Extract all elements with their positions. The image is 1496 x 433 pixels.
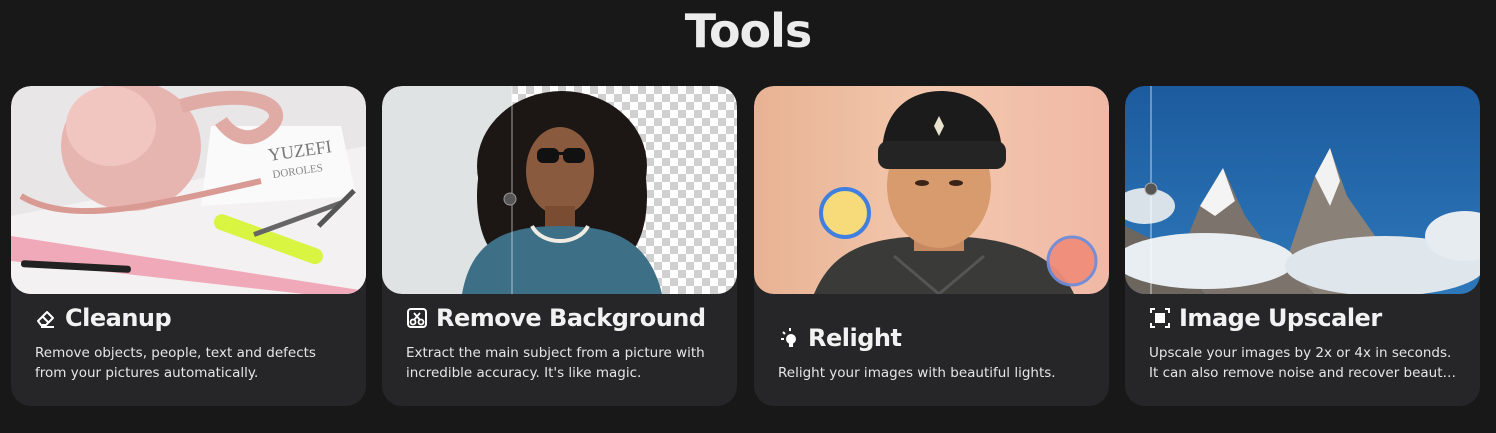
tool-description: Upscale your images by 2x or 4x in secon…: [1149, 343, 1459, 383]
tool-card-cleanup[interactable]: YUZEFI DOROLES Cleanup Remove objects, p…: [11, 86, 366, 406]
image-upscaler-thumbnail: [1125, 86, 1480, 294]
tool-card-remove-background[interactable]: Remove Background Extract the main subje…: [382, 86, 737, 406]
description-line: It can also remove noise and recover bea…: [1149, 365, 1459, 381]
cleanup-thumbnail: YUZEFI DOROLES: [11, 86, 366, 294]
tool-title: Image Upscaler: [1149, 303, 1382, 333]
tool-card-relight[interactable]: Relight Relight your images with beautif…: [754, 86, 1109, 406]
lightbulb-icon: [778, 326, 800, 348]
relight-thumbnail: [754, 86, 1109, 294]
tool-description: Relight your images with beautiful light…: [778, 363, 1088, 383]
description-line: Relight your images with beautiful light…: [778, 365, 1056, 381]
tool-description: Extract the main subject from a picture …: [406, 343, 716, 383]
tool-title: Remove Background: [406, 303, 706, 333]
tool-title: Cleanup: [35, 303, 172, 333]
remove-background-thumbnail: [382, 86, 737, 294]
tool-name: Image Upscaler: [1179, 304, 1382, 332]
page-title: Tools: [684, 4, 813, 58]
description-line: Upscale your images by 2x or 4x in secon…: [1149, 345, 1452, 361]
scissors-icon: [406, 306, 428, 328]
tool-description: Remove objects, people, text and defects…: [35, 343, 345, 383]
tool-title: Relight: [778, 323, 902, 353]
description-line: Remove objects, people, text and defects: [35, 345, 316, 361]
description-line: incredible accuracy. It's like magic.: [406, 365, 642, 381]
tool-name: Cleanup: [65, 304, 172, 332]
upscale-icon: [1149, 306, 1171, 328]
tool-name: Remove Background: [436, 304, 706, 332]
description-line: from your pictures automatically.: [35, 365, 259, 381]
tool-name: Relight: [808, 324, 902, 352]
description-line: Extract the main subject from a picture …: [406, 345, 705, 361]
eraser-icon: [35, 306, 57, 328]
tool-card-image-upscaler[interactable]: Image Upscaler Upscale your images by 2x…: [1125, 86, 1480, 406]
